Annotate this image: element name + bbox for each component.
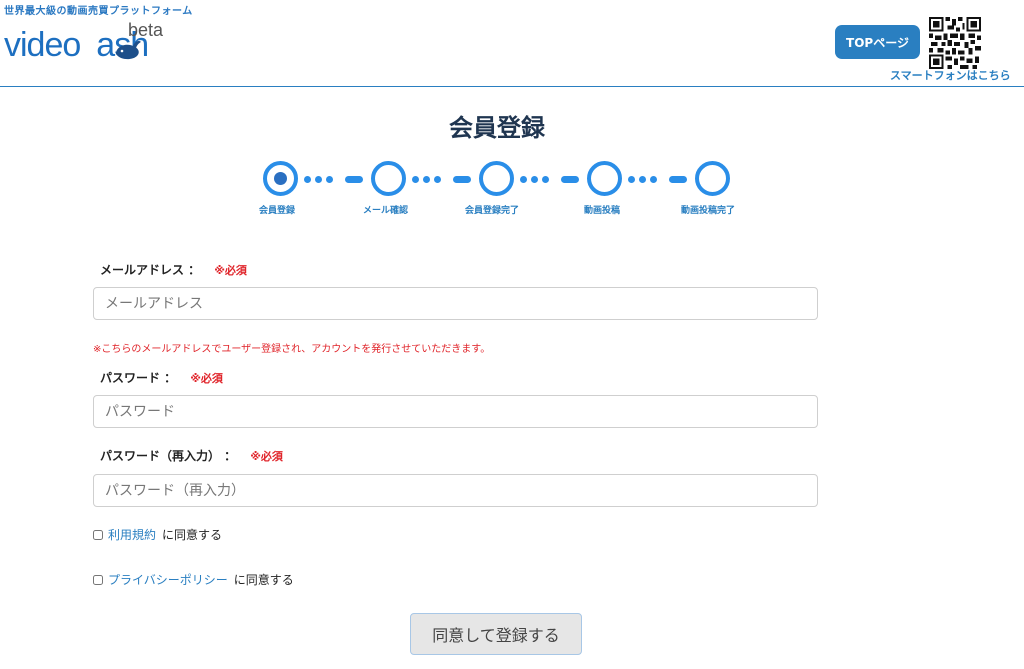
step-dot	[315, 176, 322, 183]
password-confirm-label-text: パスワード（再入力） ：	[100, 449, 237, 463]
page-title: 会員登録	[449, 114, 545, 142]
step-dash	[453, 176, 471, 183]
step-5-label: 動画投稿完了	[681, 206, 736, 216]
registration-stepper: 会員登録 メール確認 会員登録完了 動画投稿 動画投稿完了	[240, 155, 760, 225]
step-4-label: 動画投稿	[584, 206, 621, 216]
step-dot	[423, 176, 430, 183]
password-label: パスワード ： ※必須	[100, 369, 223, 386]
step-1-label: 会員登録	[259, 206, 296, 216]
terms-link[interactable]: 利用規約	[108, 526, 156, 543]
step-2-circle	[371, 161, 406, 196]
privacy-checkbox[interactable]	[93, 574, 103, 585]
required-mark: ※必須	[190, 372, 223, 385]
terms-checkbox[interactable]	[93, 529, 103, 540]
terms-suffix: に同意する	[162, 528, 223, 542]
step-dot	[628, 176, 635, 183]
password-confirm-input[interactable]	[93, 474, 818, 507]
top-page-button[interactable]: TOPページ	[835, 25, 920, 59]
step-dot	[650, 176, 657, 183]
privacy-agree-row[interactable]: プライバシーポリシー に同意する	[93, 571, 294, 588]
whale-icon	[116, 41, 141, 60]
step-dot	[412, 176, 419, 183]
privacy-suffix: に同意する	[233, 573, 294, 587]
step-dot	[531, 176, 538, 183]
step-dot	[520, 176, 527, 183]
email-label-text: メールアドレス ：	[100, 263, 201, 277]
step-3-circle	[479, 161, 514, 196]
required-mark: ※必須	[214, 264, 247, 277]
qr-code	[929, 17, 981, 69]
step-dot	[326, 176, 333, 183]
step-dot	[542, 176, 549, 183]
step-dash	[345, 176, 363, 183]
step-1-circle	[263, 161, 298, 196]
password-input[interactable]	[93, 395, 818, 428]
header-divider	[0, 86, 1024, 87]
email-input[interactable]	[93, 287, 818, 320]
email-label: メールアドレス ： ※必須	[100, 261, 247, 278]
step-dot	[304, 176, 311, 183]
step-3-label: 会員登録完了	[465, 206, 520, 216]
step-dot	[434, 176, 441, 183]
agree-register-button[interactable]: 同意して登録する	[410, 613, 582, 655]
logo-beta: beta	[128, 20, 164, 40]
step-dash	[669, 176, 687, 183]
password-confirm-label: パスワード（再入力） ： ※必須	[100, 447, 283, 464]
step-5-circle	[695, 161, 730, 196]
required-mark: ※必須	[250, 450, 283, 463]
terms-agree-row[interactable]: 利用規約 に同意する	[93, 526, 222, 543]
smartphone-link[interactable]: スマートフォンはこちら	[890, 67, 1011, 83]
tagline: 世界最大級の動画売買プラットフォーム	[4, 6, 193, 17]
step-4-circle	[587, 161, 622, 196]
step-2-label: メール確認	[363, 206, 409, 216]
step-dot	[639, 176, 646, 183]
step-dash	[561, 176, 579, 183]
password-label-text: パスワード ：	[100, 371, 177, 385]
site-logo[interactable]: videocash beta	[4, 20, 189, 70]
privacy-link[interactable]: プライバシーポリシー	[108, 571, 228, 588]
email-note: ※こちらのメールアドレスでユーザー登録され、アカウントを発行させていただきます。	[93, 344, 491, 355]
